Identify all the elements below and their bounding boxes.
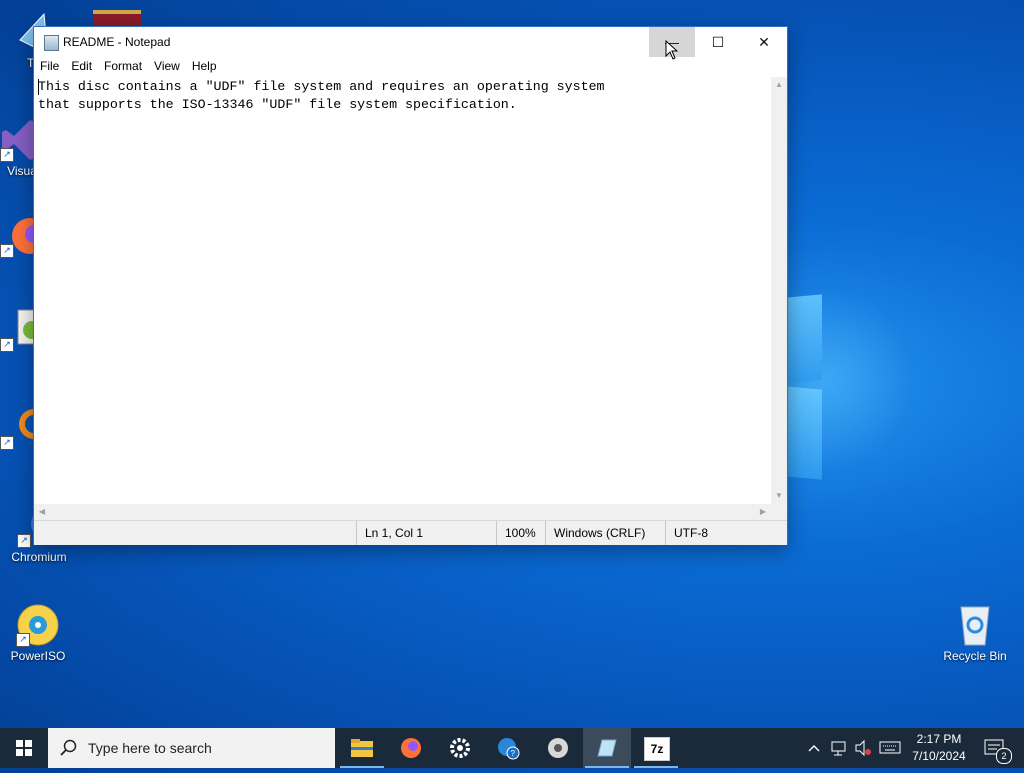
notification-count-badge: 2	[996, 748, 1012, 764]
text-caret	[38, 79, 39, 95]
menu-file[interactable]: File	[34, 57, 65, 73]
action-center-button[interactable]: 2	[982, 728, 1012, 768]
shortcut-arrow-icon: ↗	[0, 436, 14, 450]
scroll-left-arrow-icon[interactable]: ◀	[34, 504, 50, 520]
volume-control[interactable]	[853, 728, 873, 768]
status-cursor-position: Ln 1, Col 1	[356, 521, 495, 545]
shortcut-arrow-icon: ↗	[0, 244, 14, 258]
network-icon	[831, 741, 846, 756]
text-editor[interactable]: This disc contains a "UDF" file system a…	[34, 77, 771, 504]
window-title: README - Notepad	[63, 35, 171, 49]
poweriso-disc-icon: ↗	[16, 603, 60, 647]
wallpaper-logo-pane	[786, 386, 822, 480]
menu-bar: File Edit Format View Help	[34, 57, 787, 77]
shortcut-arrow-icon: ↗	[0, 148, 14, 162]
recycle-bin-icon	[953, 603, 997, 647]
menu-help[interactable]: Help	[186, 57, 223, 73]
status-bar: Ln 1, Col 1 100% Windows (CRLF) UTF-8	[34, 520, 787, 545]
clock-date: 7/10/2024	[912, 749, 966, 763]
start-button[interactable]	[0, 728, 48, 768]
touch-keyboard-button[interactable]	[878, 728, 902, 768]
chevron-up-icon	[808, 745, 820, 752]
network-status[interactable]	[829, 728, 849, 768]
taskbar-notepad[interactable]	[583, 728, 631, 768]
close-button[interactable]: ✕	[741, 27, 787, 57]
taskbar-clock[interactable]: 2:17 PM 7/10/2024	[900, 731, 978, 765]
keyboard-icon	[879, 741, 901, 754]
taskbar-firefox[interactable]	[387, 728, 435, 768]
search-placeholder: Type here to search	[88, 740, 212, 756]
maximize-button[interactable]: ☐	[695, 27, 741, 57]
status-line-endings: Windows (CRLF)	[545, 521, 660, 545]
scrollbar-corner	[771, 504, 787, 520]
svg-text:?: ?	[511, 749, 516, 758]
search-icon	[60, 739, 77, 756]
mouse-cursor-icon	[665, 40, 679, 60]
desktop-icon-poweriso[interactable]: ↗ PowerISO	[0, 603, 76, 663]
notepad-window[interactable]: README - Notepad — ☐ ✕ File Edit Format Vie…	[33, 26, 788, 545]
gear-icon	[450, 738, 470, 758]
status-zoom: 100%	[496, 521, 547, 545]
notepad-icon	[597, 739, 617, 757]
shortcut-arrow-icon: ↗	[17, 534, 31, 548]
taskbar-poweriso[interactable]	[534, 728, 582, 768]
desktop-icon-recycle-bin[interactable]: Recycle Bin	[937, 603, 1013, 663]
vertical-scrollbar[interactable]: ▲ ▼	[771, 77, 787, 504]
firefox-icon	[401, 738, 421, 758]
menu-view[interactable]: View	[148, 57, 186, 73]
taskbar: Type here to search ? 7z 2:17 PM 7/10/20…	[0, 728, 1024, 768]
taskbar-7zip[interactable]: 7z	[632, 728, 680, 768]
scroll-down-arrow-icon[interactable]: ▼	[771, 488, 787, 504]
help-icon: ?	[498, 738, 520, 760]
taskbar-file-explorer[interactable]	[338, 728, 386, 768]
shortcut-arrow-icon: ↗	[0, 338, 14, 352]
menu-edit[interactable]: Edit	[65, 57, 98, 73]
status-encoding: UTF-8	[665, 521, 754, 545]
shortcut-arrow-icon: ↗	[16, 633, 30, 647]
poweriso-icon	[548, 738, 568, 758]
show-hidden-icons-button[interactable]	[805, 728, 823, 768]
scroll-right-arrow-icon[interactable]: ▶	[755, 504, 771, 520]
file-explorer-icon	[351, 739, 373, 757]
sevenzip-icon: 7z	[644, 737, 670, 761]
volume-muted-icon	[855, 739, 871, 757]
scroll-up-arrow-icon[interactable]: ▲	[771, 77, 787, 93]
clock-time: 2:17 PM	[916, 732, 962, 746]
taskbar-settings[interactable]	[436, 728, 484, 768]
taskbar-help[interactable]: ?	[485, 728, 533, 768]
taskbar-search-box[interactable]: Type here to search	[48, 728, 335, 768]
menu-format[interactable]: Format	[98, 57, 148, 73]
wallpaper-logo-pane	[786, 294, 822, 384]
document-text[interactable]: This disc contains a "UDF" file system a…	[34, 77, 771, 115]
horizontal-scrollbar[interactable]: ◀ ▶	[34, 504, 771, 520]
notepad-app-icon	[44, 35, 59, 51]
windows-logo-icon	[16, 740, 32, 756]
